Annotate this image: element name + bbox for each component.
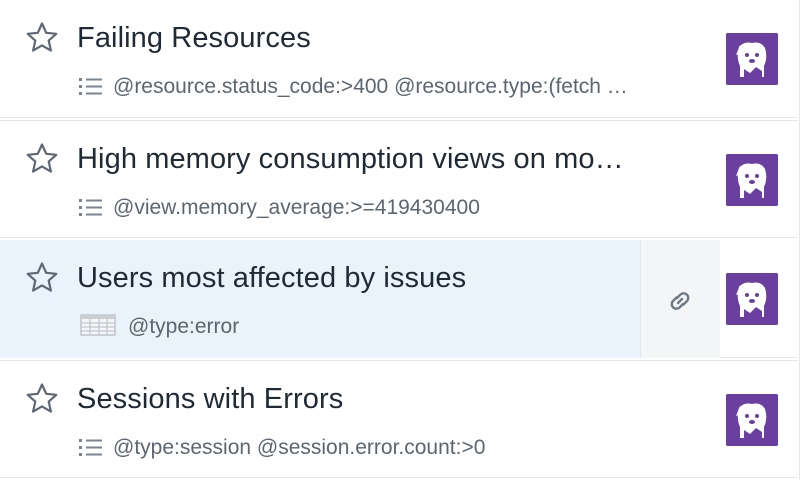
list-item[interactable]: Failing Resources @resource.status_code:…: [0, 0, 798, 118]
list-item-main[interactable]: Failing Resources @resource.status_code:…: [0, 0, 798, 118]
datadog-avatar-icon: [726, 154, 778, 206]
list-item-main[interactable]: Sessions with Errors @type:session @sess…: [0, 361, 798, 479]
list-icon: [78, 197, 104, 219]
list-item-selected[interactable]: Users most affected by issues @type:erro…: [0, 240, 798, 358]
list-icon: [78, 437, 104, 459]
item-title: High memory consumption views on mo…: [77, 143, 624, 175]
item-title: Users most affected by issues: [77, 262, 467, 294]
datadog-avatar-icon: [726, 273, 778, 325]
star-icon[interactable]: [24, 20, 60, 56]
datadog-avatar-icon: [726, 394, 778, 446]
list-item[interactable]: High memory consumption views on mo… @vi…: [0, 120, 798, 238]
table-icon: [80, 313, 116, 337]
item-title: Failing Resources: [77, 22, 311, 54]
item-title: Sessions with Errors: [77, 383, 344, 415]
list-item[interactable]: Sessions with Errors @type:session @sess…: [0, 360, 798, 478]
list-item-main[interactable]: Users most affected by issues @type:erro…: [0, 240, 640, 358]
datadog-avatar-icon: [726, 33, 778, 85]
item-query: @resource.status_code:>400 @resource.typ…: [113, 75, 628, 98]
row-actions: [640, 240, 720, 358]
saved-views-list: Failing Resources @resource.status_code:…: [0, 0, 800, 480]
star-icon[interactable]: [24, 141, 60, 177]
list-item-main[interactable]: High memory consumption views on mo… @vi…: [0, 121, 798, 239]
list-icon: [78, 76, 104, 98]
star-icon[interactable]: [24, 381, 60, 417]
star-icon[interactable]: [24, 260, 60, 296]
link-icon[interactable]: [663, 284, 697, 318]
item-query: @view.memory_average:>=419430400: [113, 196, 480, 219]
item-query: @type:error: [128, 315, 240, 338]
item-query: @type:session @session.error.count:>0: [113, 436, 486, 459]
